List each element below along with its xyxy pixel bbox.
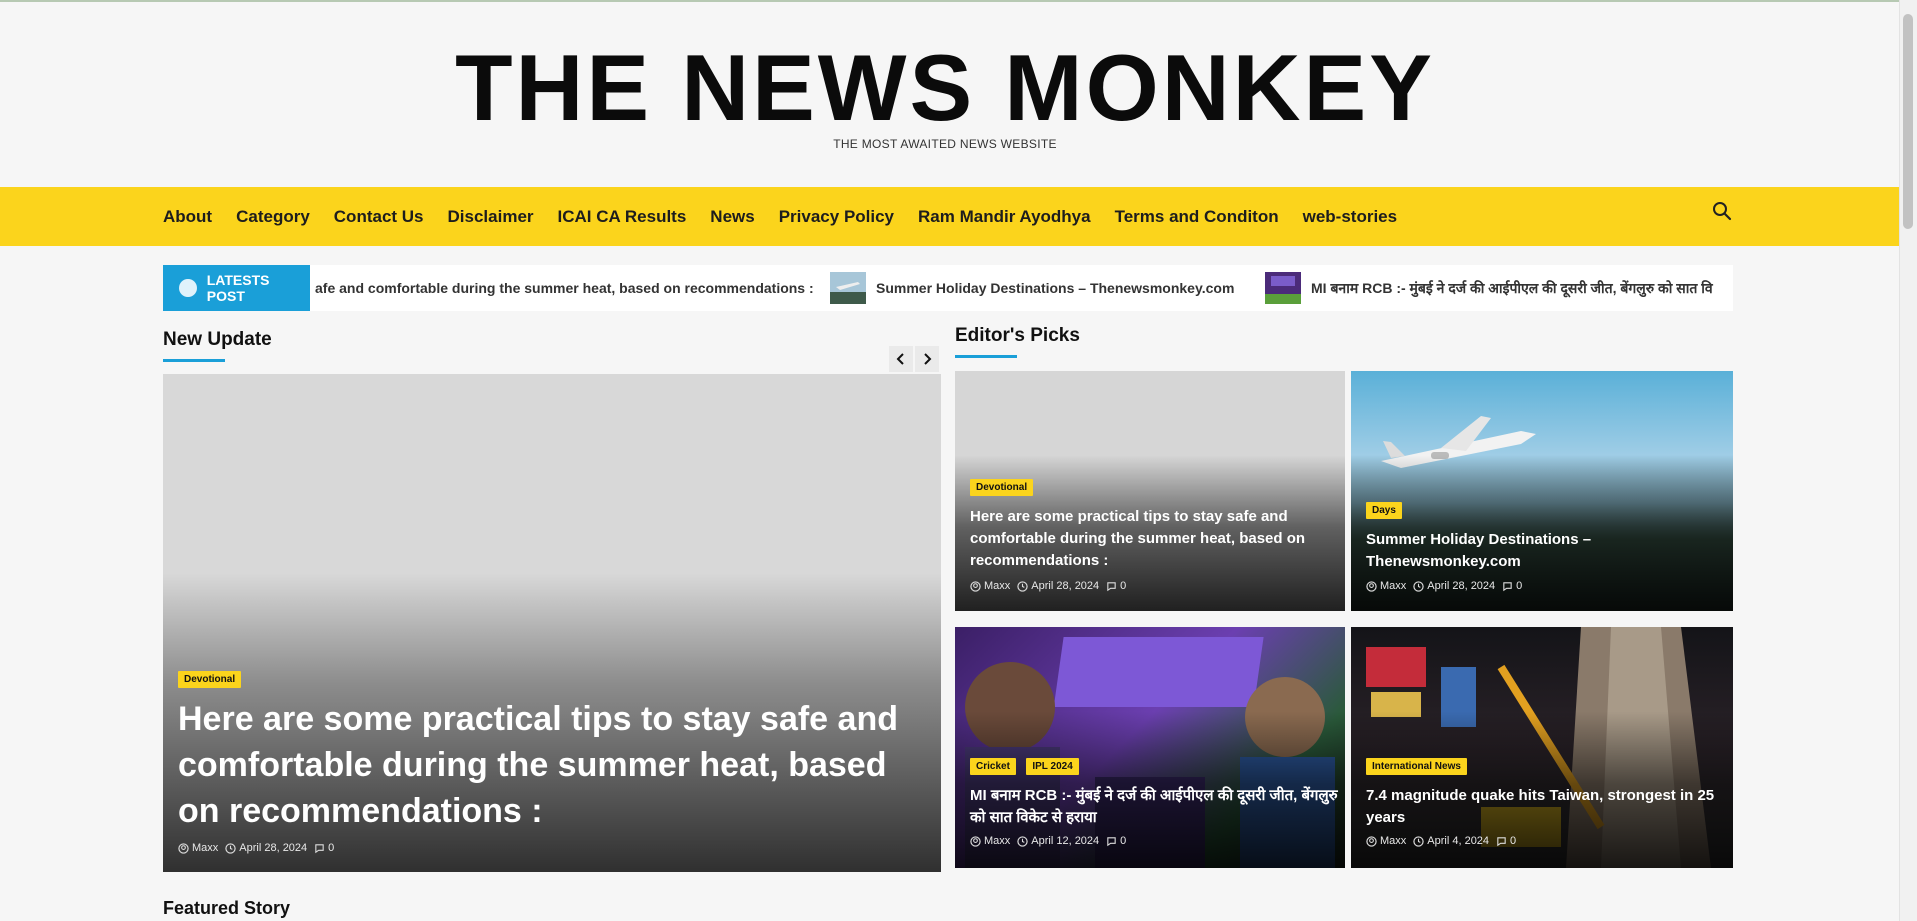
ticker-track: afe and comfortable during the summer he… <box>310 265 1733 311</box>
category-badge[interactable]: Cricket <box>970 758 1016 775</box>
nav-item-terms[interactable]: Terms and Conditon <box>1115 207 1279 227</box>
card-author[interactable]: Maxx <box>984 835 1010 847</box>
ticker-item[interactable]: Summer Holiday Destinations – Thenewsmon… <box>830 265 1234 311</box>
featured-story-heading: Featured Story <box>163 898 291 918</box>
editor-pick-card[interactable]: Cricket IPL 2024 MI बनाम RCB :- मुंबई ने… <box>955 627 1345 868</box>
category-badge[interactable]: Days <box>1366 502 1402 519</box>
card-meta: Maxx April 12, 2024 0 <box>970 835 1133 847</box>
author-icon <box>970 580 981 592</box>
nav-item-privacy-policy[interactable]: Privacy Policy <box>779 207 894 227</box>
editor-pick-card[interactable]: Days Summer Holiday Destinations – Thene… <box>1351 371 1733 611</box>
site-tagline: THE MOST AWAITED NEWS WEBSITE <box>833 137 1057 151</box>
comment-icon <box>1107 581 1116 591</box>
hero-category-list: Devotional <box>178 669 247 688</box>
ticker-dot-icon <box>179 279 197 297</box>
card-meta: Maxx April 28, 2024 0 <box>1366 580 1529 592</box>
comment-icon <box>1497 836 1506 846</box>
card-meta: Maxx April 4, 2024 0 <box>1366 835 1523 847</box>
card-image-overlay <box>1351 371 1733 611</box>
hero-article[interactable]: Devotional Here are some practical tips … <box>163 374 941 872</box>
slider-next-button[interactable] <box>915 346 939 372</box>
clock-icon <box>1413 580 1424 592</box>
card-comments[interactable]: 0 <box>1120 580 1126 592</box>
author-icon <box>1366 580 1377 592</box>
card-author[interactable]: Maxx <box>1380 580 1406 592</box>
main-navigation: About Category Contact Us Disclaimer ICA… <box>0 187 1900 246</box>
card-title[interactable]: 7.4 magnitude quake hits Taiwan, stronge… <box>1366 785 1726 829</box>
hero-date[interactable]: April 28, 2024 <box>239 842 307 854</box>
top-border <box>0 0 1917 2</box>
card-meta: Maxx April 28, 2024 0 <box>970 580 1133 592</box>
hero-author[interactable]: Maxx <box>192 842 218 854</box>
editors-picks-heading: Editor's Picks <box>955 325 1080 346</box>
clock-icon <box>1413 835 1424 847</box>
card-comments[interactable]: 0 <box>1510 835 1516 847</box>
card-title[interactable]: Summer Holiday Destinations – Thenewsmon… <box>1366 529 1726 573</box>
category-badge[interactable]: International News <box>1366 758 1467 775</box>
nav-item-about[interactable]: About <box>163 207 212 227</box>
card-title[interactable]: MI बनाम RCB :- मुंबई ने दर्ज की आईपीएल क… <box>970 785 1340 829</box>
card-category-list: Cricket IPL 2024 <box>970 756 1085 775</box>
card-date[interactable]: April 28, 2024 <box>1031 580 1099 592</box>
card-image-overlay <box>955 627 1345 868</box>
card-image-overlay <box>1351 627 1733 868</box>
ticker-item[interactable]: MI बनाम RCB :- मुंबई ने दर्ज की आईपीएल क… <box>1265 265 1713 311</box>
clock-icon <box>1017 580 1028 592</box>
card-category-list: International News <box>1366 756 1473 775</box>
card-date[interactable]: April 12, 2024 <box>1031 835 1099 847</box>
site-title[interactable]: THE NEWS MONKEY <box>0 38 1890 138</box>
ticker-item-title[interactable]: MI बनाम RCB :- मुंबई ने दर्ज की आईपीएल क… <box>1311 279 1713 298</box>
nav-item-ram-mandir-ayodhya[interactable]: Ram Mandir Ayodhya <box>918 207 1091 227</box>
comment-icon <box>315 843 324 853</box>
ticker-label: LATESTS POST <box>163 265 310 311</box>
clock-icon <box>225 842 236 854</box>
ticker-item-title[interactable]: Summer Holiday Destinations – Thenewsmon… <box>876 280 1234 296</box>
search-icon[interactable] <box>1711 200 1733 222</box>
hero-title[interactable]: Here are some practical tips to stay saf… <box>178 696 926 834</box>
card-category-list: Devotional <box>970 477 1039 496</box>
ticker-item-title[interactable]: afe and comfortable during the summer he… <box>315 280 814 296</box>
editors-picks-underline <box>955 355 1017 358</box>
hero-comments[interactable]: 0 <box>328 842 334 854</box>
page-scrollbar[interactable] <box>1899 0 1917 921</box>
card-category-list: Days <box>1366 500 1408 519</box>
card-date[interactable]: April 4, 2024 <box>1427 835 1489 847</box>
comment-icon <box>1503 581 1512 591</box>
new-update-heading: New Update <box>163 329 272 350</box>
ticker-label-text: LATESTS POST <box>206 272 270 304</box>
nav-item-contact-us[interactable]: Contact Us <box>334 207 424 227</box>
category-badge[interactable]: IPL 2024 <box>1026 758 1079 775</box>
card-comments[interactable]: 0 <box>1516 580 1522 592</box>
category-badge[interactable]: Devotional <box>970 479 1034 496</box>
ticker-thumbnail-plane[interactable] <box>830 272 866 304</box>
card-title[interactable]: Here are some practical tips to stay saf… <box>970 506 1330 572</box>
nav-item-news[interactable]: News <box>710 207 754 227</box>
clock-icon <box>1017 835 1028 847</box>
new-update-underline <box>163 359 225 362</box>
slider-prev-button[interactable] <box>889 346 913 372</box>
category-badge[interactable]: Devotional <box>178 671 242 688</box>
card-author[interactable]: Maxx <box>1380 835 1406 847</box>
nav-item-category[interactable]: Category <box>236 207 310 227</box>
latest-posts-ticker: LATESTS POST afe and comfortable during … <box>163 265 1733 311</box>
card-date[interactable]: April 28, 2024 <box>1427 580 1495 592</box>
comment-icon <box>1107 836 1116 846</box>
chevron-right-icon <box>924 353 932 365</box>
author-icon <box>1366 835 1377 847</box>
card-comments[interactable]: 0 <box>1120 835 1126 847</box>
chevron-left-icon <box>896 353 904 365</box>
ticker-item[interactable]: afe and comfortable during the summer he… <box>315 265 814 311</box>
card-author[interactable]: Maxx <box>984 580 1010 592</box>
nav-item-disclaimer[interactable]: Disclaimer <box>448 207 534 227</box>
ticker-thumbnail-cricket[interactable] <box>1265 272 1301 304</box>
nav-item-web-stories[interactable]: web-stories <box>1303 207 1397 227</box>
author-icon <box>178 842 189 854</box>
editor-pick-card[interactable]: International News 7.4 magnitude quake h… <box>1351 627 1733 868</box>
editor-pick-card[interactable]: Devotional Here are some practical tips … <box>955 371 1345 611</box>
hero-meta: Maxx April 28, 2024 0 <box>178 842 341 854</box>
nav-item-icai-ca-results[interactable]: ICAI CA Results <box>558 207 687 227</box>
scrollbar-thumb[interactable] <box>1903 14 1913 229</box>
author-icon <box>970 835 981 847</box>
